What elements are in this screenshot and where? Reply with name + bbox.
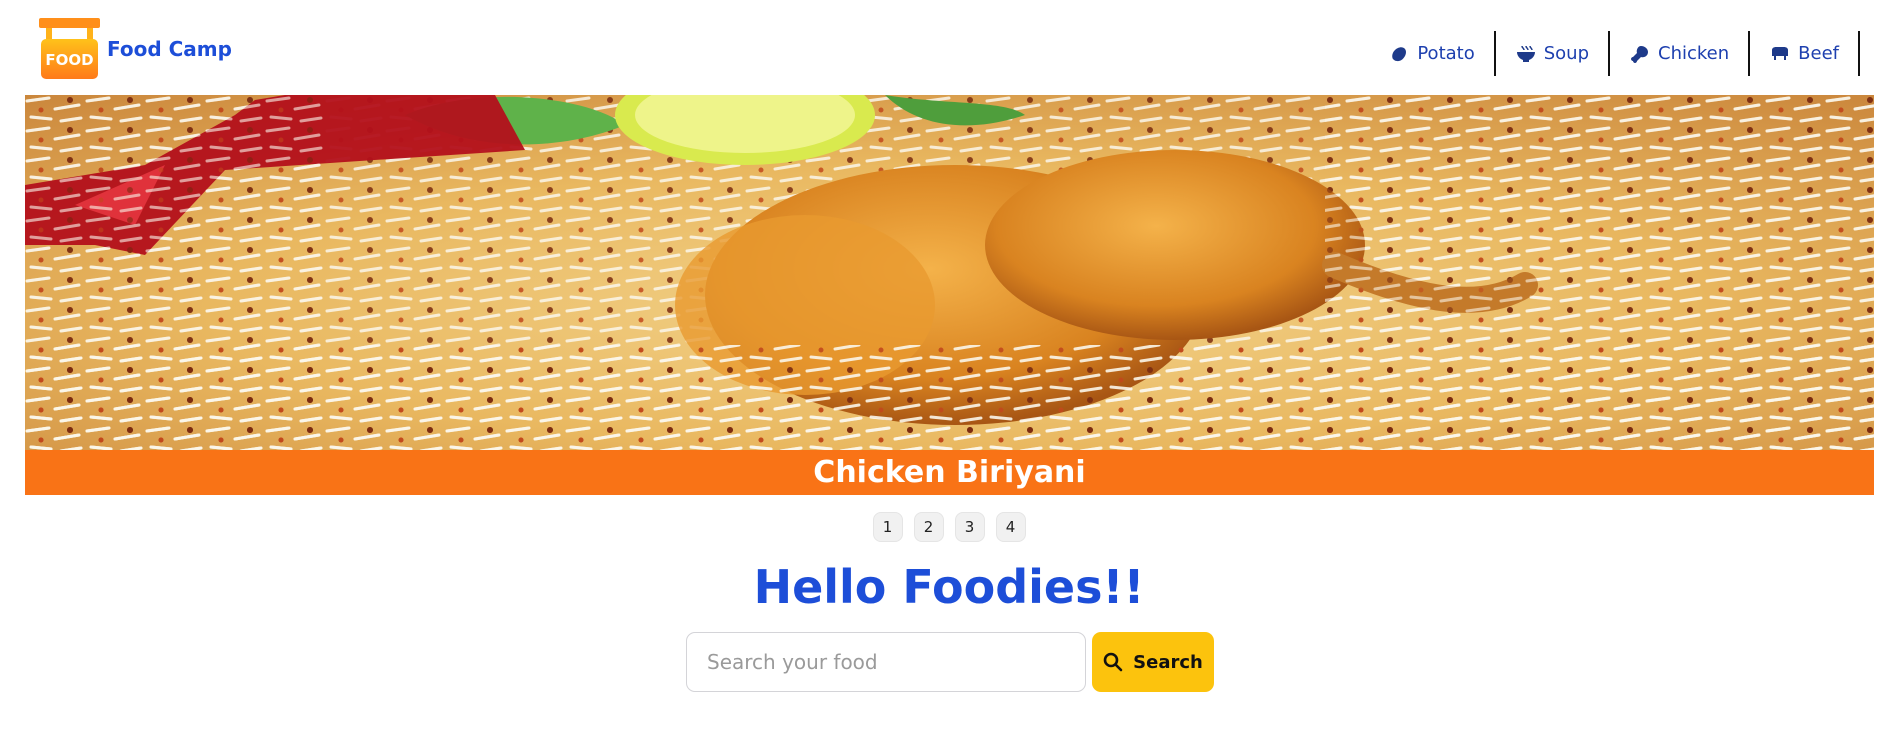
category-nav: Potato Soup Chicken Beef — [1369, 31, 1860, 76]
carousel-page-2-button[interactable]: 2 — [913, 512, 944, 542]
nav-item-label: Beef — [1798, 43, 1839, 64]
logo-badge-text: FOOD — [45, 51, 93, 69]
search-input[interactable] — [686, 632, 1086, 692]
cow-icon — [1772, 46, 1789, 60]
page-title: Hello Foodies!! — [753, 560, 1145, 614]
nav-item-potato[interactable]: Potato — [1369, 31, 1496, 76]
potato-icon — [1392, 46, 1407, 61]
food-stall-logo-icon: FOOD — [38, 17, 101, 79]
soup-bowl-icon — [1516, 45, 1535, 62]
carousel-page-3-button[interactable]: 3 — [954, 512, 985, 542]
search-bar: Search — [686, 632, 1214, 692]
carousel-page-1-button[interactable]: 1 — [872, 512, 903, 542]
carousel-pagination: 1 2 3 4 — [0, 512, 1898, 542]
nav-item-beef[interactable]: Beef — [1750, 31, 1860, 76]
chicken-biriyani-photo — [25, 95, 1874, 450]
nav-item-label: Chicken — [1658, 43, 1730, 64]
nav-item-chicken[interactable]: Chicken — [1610, 31, 1751, 76]
brand-name: Food Camp — [107, 37, 232, 61]
carousel-caption: Chicken Biriyani — [25, 450, 1874, 495]
brand-logo-link[interactable]: FOOD Food Camp — [38, 17, 232, 79]
search-button[interactable]: Search — [1092, 632, 1214, 692]
hero-carousel: Chicken Biriyani — [25, 95, 1874, 495]
carousel-page-4-button[interactable]: 4 — [995, 512, 1026, 542]
nav-item-soup[interactable]: Soup — [1496, 31, 1611, 76]
drumstick-icon — [1631, 45, 1649, 63]
search-button-label: Search — [1133, 651, 1203, 673]
header: FOOD Food Camp Potato Soup Chicken Beef — [0, 0, 1898, 95]
search-icon — [1103, 652, 1123, 672]
nav-item-label: Potato — [1417, 43, 1475, 64]
nav-item-label: Soup — [1543, 43, 1590, 64]
